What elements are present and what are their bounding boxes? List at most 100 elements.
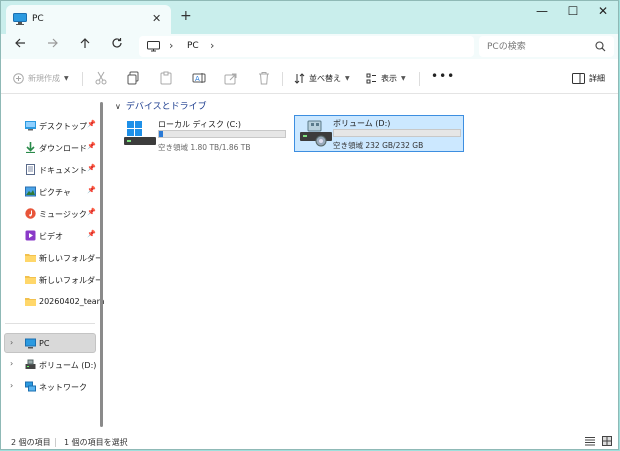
pin-icon[interactable]: 📌: [87, 208, 96, 216]
forward-button[interactable]: [43, 37, 63, 55]
tab-close-button[interactable]: ✕: [152, 12, 161, 25]
drive-tile-c[interactable]: ローカル ディスク (C:) 空き領域 1.80 TB/1.86 TB: [119, 116, 289, 154]
status-divider: [55, 438, 56, 447]
sidebar-item-pictures[interactable]: ピクチャ 📌: [1, 182, 97, 202]
sidebar-item-music[interactable]: ミュージック 📌: [1, 204, 97, 224]
toolbar-divider: [419, 72, 420, 86]
sidebar-item-documents[interactable]: ドキュメント 📌: [1, 160, 97, 180]
svg-text:A: A: [195, 75, 200, 83]
tiles-view-icon[interactable]: [602, 436, 612, 446]
back-button[interactable]: [10, 37, 30, 55]
view-list-icon: [366, 73, 376, 83]
refresh-button[interactable]: [107, 37, 127, 55]
chevron-right-icon[interactable]: ›: [210, 39, 214, 52]
status-bar: 2 個の項目 1 個の項目を選択: [1, 433, 618, 449]
group-header-label: デバイスとドライブ: [125, 102, 207, 112]
pin-icon[interactable]: 📌: [87, 230, 96, 238]
sidebar-item-label: 新しいフォルダー: [39, 276, 103, 285]
music-folder-icon: [25, 208, 36, 219]
usb-drive-icon: [25, 359, 36, 369]
sidebar-item-label: ドキュメント: [39, 166, 87, 175]
folder-icon: [25, 298, 36, 306]
content-pane: ∨ デバイスとドライブ ローカル ディスク (C:) 空き領域 1.80 TB/1…: [105, 94, 618, 432]
cut-icon[interactable]: [94, 71, 108, 85]
sidebar-item-pc[interactable]: › PC: [4, 333, 96, 353]
details-view-icon[interactable]: [585, 436, 595, 446]
sidebar-item-desktop[interactable]: デスクトップ 📌: [1, 116, 97, 136]
sidebar-divider: [5, 323, 95, 324]
pin-icon[interactable]: 📌: [87, 186, 96, 194]
view-label: 表示: [381, 73, 397, 83]
sort-icon: [294, 72, 305, 84]
arrow-up-icon: [80, 38, 90, 48]
search-box: [479, 36, 614, 57]
share-icon[interactable]: [224, 71, 238, 85]
navigation-pane: デスクトップ 📌 ダウンロード 📌 ドキュメント 📌 ピクチャ 📌 ミュージック…: [1, 94, 104, 432]
search-icon[interactable]: [595, 41, 606, 54]
drive-tile-d[interactable]: ボリューム (D:) 空き領域 232 GB/232 GB: [294, 115, 464, 152]
sidebar-item-team-folder[interactable]: 20260402_team: [1, 292, 104, 312]
videos-folder-icon: [25, 230, 36, 241]
sidebar-item-label: ミュージック: [39, 210, 87, 219]
sidebar-item-downloads[interactable]: ダウンロード 📌: [1, 138, 97, 158]
pin-icon[interactable]: 📌: [87, 164, 96, 172]
address-bar[interactable]: › PC ›: [139, 36, 474, 57]
drive-name: ローカル ディスク (C:): [158, 120, 242, 129]
network-icon: [25, 381, 36, 392]
tab-pc[interactable]: PC ✕: [6, 5, 171, 34]
pin-icon[interactable]: 📌: [87, 142, 96, 150]
breadcrumb-pc[interactable]: PC: [187, 41, 199, 51]
drive-free-space: 空き領域 232 GB/232 GB: [333, 141, 424, 150]
toolbar-divider: [82, 72, 83, 86]
sidebar-item-label: 新しいフォルダー: [39, 254, 103, 263]
drive-usage-bar: [333, 129, 461, 137]
download-folder-icon: [26, 142, 35, 153]
sidebar-item-videos[interactable]: ビデオ 📌: [1, 226, 97, 246]
monitor-icon: [147, 41, 160, 54]
maximize-button[interactable]: ☐: [559, 4, 587, 20]
folder-icon: [25, 254, 36, 262]
title-bar: PC ✕ + — ☐ ✕: [1, 1, 618, 34]
new-button[interactable]: 新規作成 ▼: [13, 70, 69, 86]
new-tab-button[interactable]: +: [180, 8, 192, 24]
search-input[interactable]: [479, 36, 597, 57]
scrollbar-thumb[interactable]: [100, 102, 103, 427]
sidebar-item-network[interactable]: › ネットワーク: [1, 377, 97, 397]
refresh-icon: [112, 38, 122, 48]
new-label: 新規作成: [28, 73, 60, 83]
desktop-folder-icon: [25, 121, 36, 131]
more-options-button[interactable]: •••: [431, 68, 455, 84]
chevron-right-icon[interactable]: ›: [10, 338, 13, 347]
pin-icon[interactable]: 📌: [87, 120, 96, 128]
drive-name: ボリューム (D:): [333, 119, 391, 128]
sidebar-item-label: ビデオ: [39, 232, 63, 241]
chevron-right-icon[interactable]: ›: [10, 381, 13, 390]
paste-icon[interactable]: [159, 71, 173, 85]
tab-title: PC: [32, 14, 44, 24]
sidebar-item-label: PC: [39, 339, 50, 348]
sidebar-item-new-folder-2[interactable]: 新しいフォルダー: [1, 270, 103, 290]
delete-icon[interactable]: [257, 71, 271, 85]
sidebar-item-label: ネットワーク: [39, 383, 87, 392]
close-window-button[interactable]: ✕: [589, 4, 617, 20]
drive-usage-fill: [159, 131, 164, 137]
usb-drive-icon: [300, 120, 332, 147]
copy-icon[interactable]: [126, 71, 140, 85]
chevron-down-icon: ▼: [401, 74, 406, 82]
sidebar-item-label: 20260402_team: [39, 297, 105, 306]
group-header-devices[interactable]: ∨ デバイスとドライブ: [115, 99, 207, 112]
sidebar-item-new-folder-1[interactable]: 新しいフォルダー: [1, 248, 103, 268]
up-button[interactable]: [75, 37, 95, 55]
view-button[interactable]: 表示 ▼: [366, 70, 406, 86]
windows-drive-icon: [124, 121, 156, 145]
minimize-button[interactable]: —: [528, 4, 556, 20]
file-explorer-window: PC ✕ + — ☐ ✕ › PC › PCの検索 新規作成 ▼ A 並べ替え …: [0, 0, 619, 450]
item-count: 2 個の項目: [11, 438, 51, 447]
chevron-right-icon[interactable]: ›: [169, 39, 173, 52]
details-pane-button[interactable]: 詳細: [572, 70, 605, 86]
chevron-right-icon[interactable]: ›: [10, 359, 13, 368]
rename-icon[interactable]: A: [192, 71, 206, 85]
sort-button[interactable]: 並べ替え ▼: [294, 70, 350, 86]
sidebar-item-volume-d[interactable]: › ボリューム (D:): [1, 355, 97, 375]
sidebar-scrollbar[interactable]: [99, 102, 104, 427]
